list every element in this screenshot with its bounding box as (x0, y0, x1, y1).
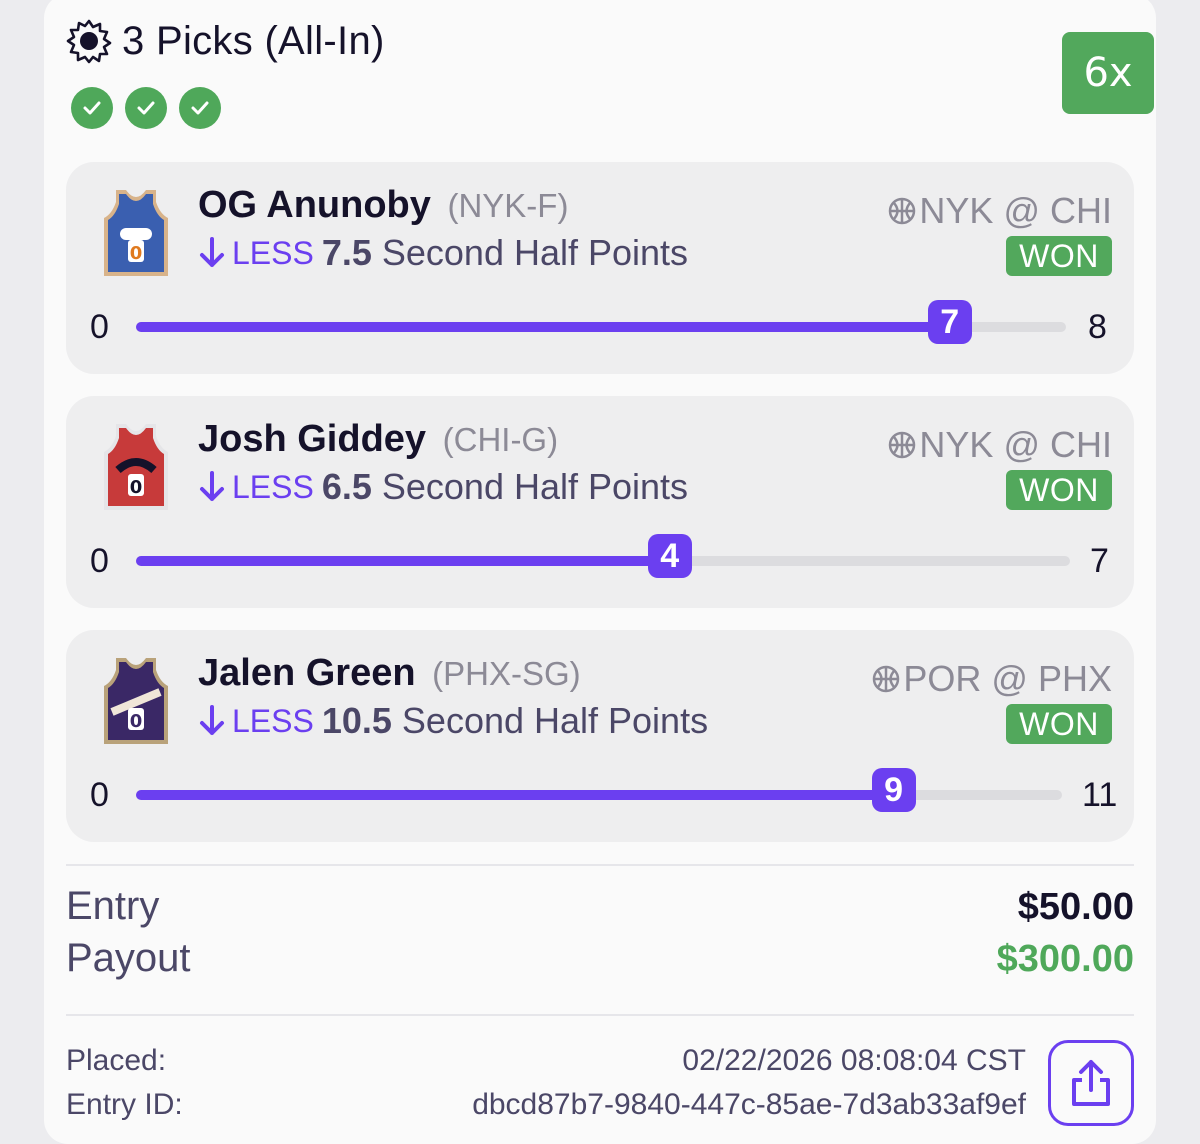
page-title: 3 Picks (All-In) (122, 18, 385, 63)
entry-card: 3 Picks (All-In) 6x 0 OG Anunoby (NYK-F) (44, 0, 1156, 1144)
matchup-text: NYK @ CHI (919, 424, 1112, 465)
pick-card[interactable]: 0 Josh Giddey (CHI-G) LESS 6.5 Second Ha… (66, 396, 1134, 608)
direction-label: LESS (232, 702, 314, 739)
matchup-text: POR @ PHX (903, 658, 1112, 699)
svg-text:0: 0 (130, 477, 143, 498)
jersey-icon: 0 (104, 190, 168, 276)
prop-line: LESS 10.5 Second Half Points (198, 700, 708, 742)
line-value: 6.5 (321, 466, 372, 507)
check-icon (179, 87, 221, 129)
entry-id-label: Entry ID: (66, 1088, 183, 1121)
progress-track: 9 (136, 768, 1062, 812)
player-position: (PHX-SG) (432, 655, 581, 692)
player-line: Jalen Green (PHX-SG) (198, 652, 581, 695)
divider (66, 864, 1134, 866)
entry-header: 3 Picks (All-In) 6x (66, 18, 1154, 138)
result-badge: WON (1006, 704, 1112, 744)
progress-fill (136, 322, 950, 332)
share-button[interactable] (1048, 1040, 1134, 1126)
stat-type: Second Half Points (381, 466, 689, 507)
progress-value: 9 (871, 768, 916, 812)
pick-card[interactable]: 0 OG Anunoby (NYK-F) LESS 7.5 Second Hal… (66, 162, 1134, 374)
svg-text:0: 0 (130, 711, 143, 732)
payout-value: $300.00 (996, 938, 1134, 980)
progress-fill (136, 556, 670, 566)
entry-value: $50.00 (1017, 886, 1134, 928)
entry-id-value: dbcd87b7-9840-447c-85ae-7d3ab33af9ef (472, 1088, 1026, 1121)
divider (66, 1014, 1134, 1016)
matchup-text: NYK @ CHI (919, 190, 1112, 231)
jersey-icon: 0 (104, 424, 168, 510)
gear-sun-icon (66, 19, 112, 64)
basketball-icon (889, 431, 916, 459)
matchup: NYK @ CHI (887, 190, 1112, 232)
placed-value: 02/22/2026 08:08:04 CST (682, 1044, 1026, 1077)
check-icon (71, 87, 113, 129)
direction-label: LESS (232, 234, 314, 271)
share-icon (1072, 1060, 1110, 1106)
arrow-down-icon (200, 705, 224, 735)
bar-min: 0 (90, 542, 109, 580)
stat-type: Second Half Points (381, 232, 689, 273)
prop-line: LESS 7.5 Second Half Points (198, 232, 688, 274)
direction-label: LESS (232, 468, 314, 505)
check-icon (125, 87, 167, 129)
title-row: 3 Picks (All-In) (66, 18, 1134, 64)
player-line: OG Anunoby (NYK-F) (198, 184, 568, 227)
pick-card[interactable]: 0 Jalen Green (PHX-SG) LESS 10.5 Second … (66, 630, 1134, 842)
line-value: 7.5 (321, 232, 372, 273)
bar-min: 0 (90, 308, 109, 346)
placed-label: Placed: (66, 1044, 167, 1077)
pick-status-checks (71, 87, 221, 129)
matchup: POR @ PHX (871, 658, 1112, 700)
player-position: (CHI-G) (442, 421, 559, 458)
basketball-icon (889, 197, 916, 225)
progress-track: 7 (136, 300, 1066, 344)
prop-line: LESS 6.5 Second Half Points (198, 466, 688, 508)
arrow-down-icon (200, 237, 224, 267)
result-badge: WON (1006, 470, 1112, 510)
bar-max: 11 (1082, 776, 1118, 814)
player-line: Josh Giddey (CHI-G) (198, 418, 558, 461)
line-value: 10.5 (321, 700, 392, 741)
player-name: Josh Giddey (198, 418, 427, 460)
multiplier-badge: 6x (1062, 32, 1154, 114)
player-name: Jalen Green (198, 652, 416, 694)
progress-fill (136, 790, 894, 800)
progress-value: 4 (647, 534, 692, 578)
basketball-icon (873, 665, 900, 693)
matchup: NYK @ CHI (887, 424, 1112, 466)
payout-label: Payout (66, 936, 191, 980)
bar-max: 7 (1090, 542, 1109, 580)
jersey-icon: 0 (104, 658, 168, 744)
result-badge: WON (1006, 236, 1112, 276)
arrow-down-icon (200, 471, 224, 501)
progress-value: 7 (927, 300, 972, 344)
entry-label: Entry (66, 884, 160, 928)
svg-text:0: 0 (130, 243, 143, 264)
stat-type: Second Half Points (401, 700, 709, 741)
progress-track: 4 (136, 534, 1070, 578)
player-position: (NYK-F) (447, 187, 569, 224)
bar-min: 0 (90, 776, 109, 814)
player-name: OG Anunoby (198, 184, 431, 226)
bar-max: 8 (1088, 308, 1107, 346)
